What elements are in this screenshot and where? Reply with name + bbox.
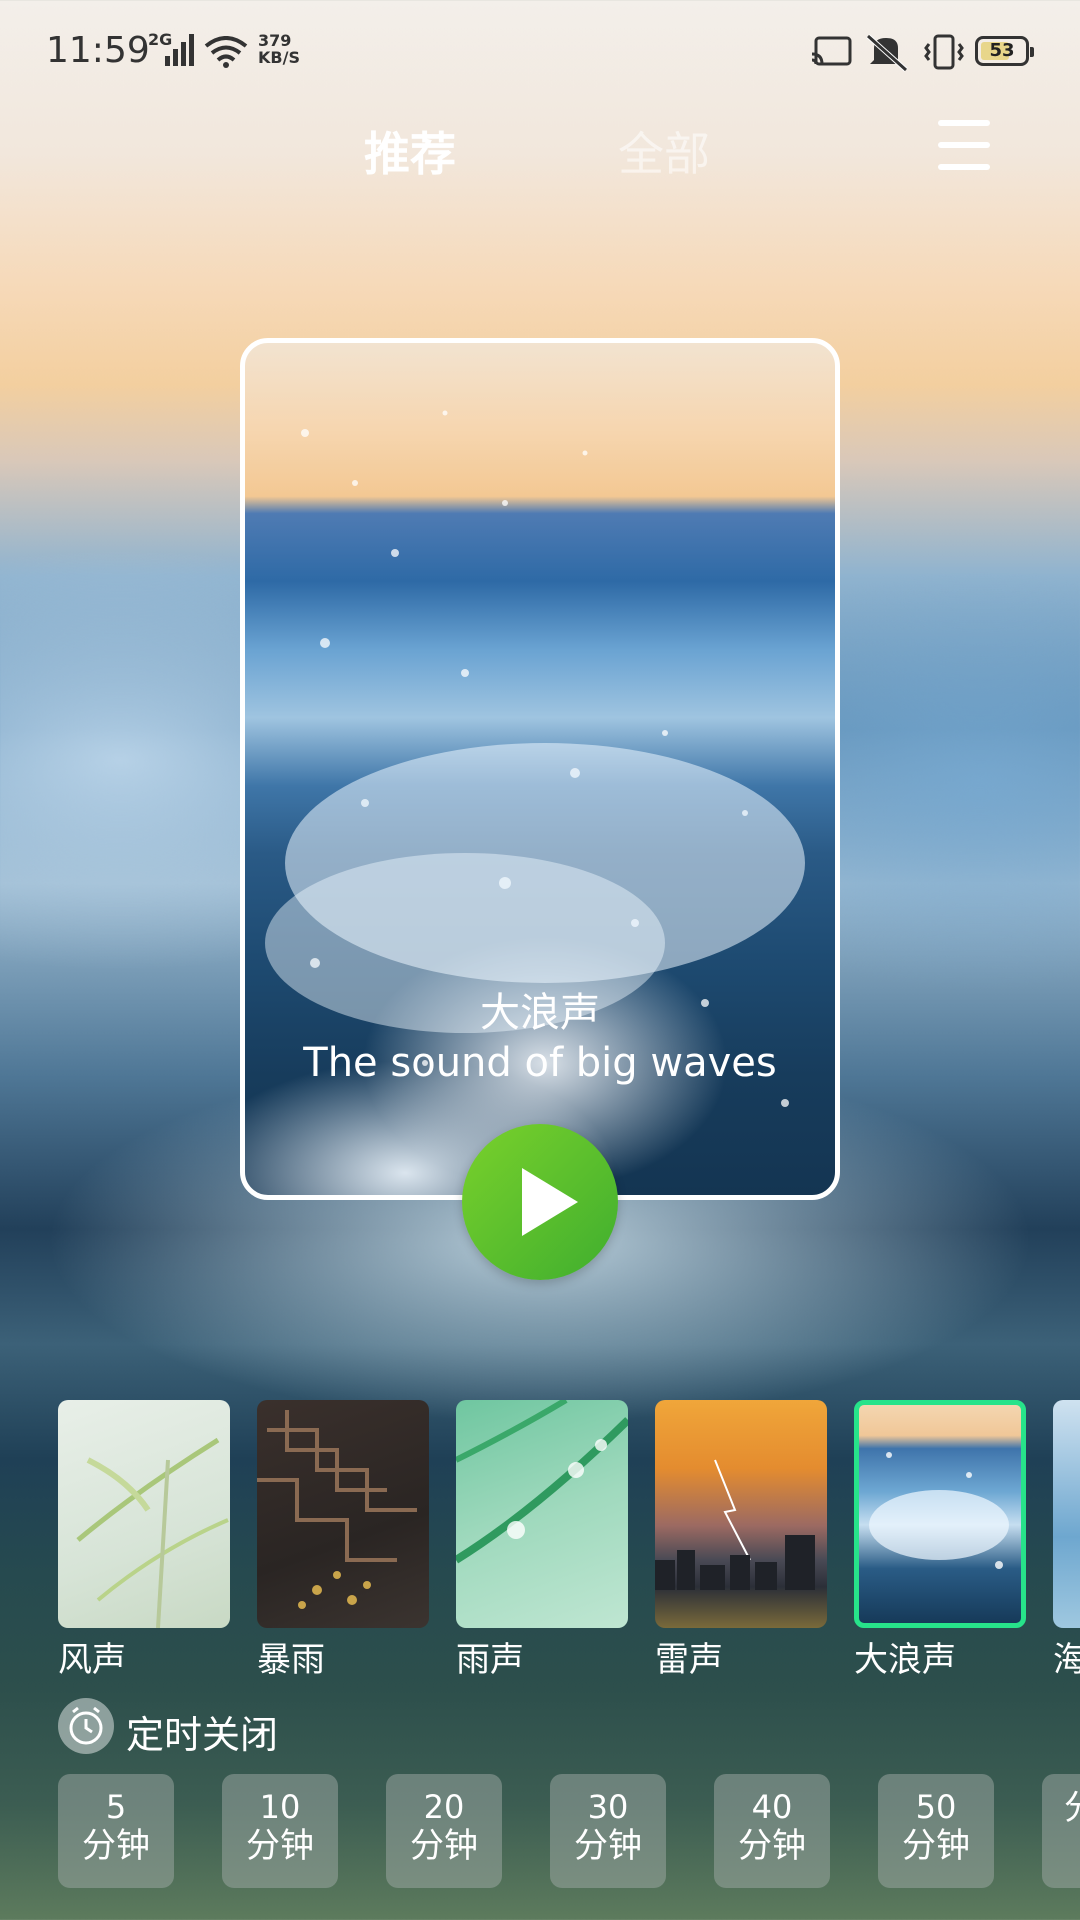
timer-option-50[interactable]: 50 分钟 [878,1774,994,1888]
timer-option-30[interactable]: 30 分钟 [550,1774,666,1888]
wifi-icon [204,36,248,68]
status-time: 11:59 [46,30,150,71]
tab-all[interactable]: 全部 [618,118,710,184]
vibrate-icon [924,34,964,70]
timer-unit: 分钟 [82,1826,150,1866]
featured-title: 大浪声 [480,990,600,1036]
menu-icon[interactable] [938,120,990,170]
timer-value: 20 [423,1788,465,1826]
mute-icon [866,34,908,72]
timer-option-40[interactable]: 40 分钟 [714,1774,830,1888]
alarm-clock-icon [58,1698,114,1754]
timer-unit: 分钟 [574,1826,642,1866]
sound-label: 风声 [58,1640,126,1680]
timer-unit: 分钟 [246,1826,314,1866]
battery-icon: 53 [975,36,1034,66]
timer-unit: 分钟 [738,1826,806,1866]
status-bar: 11:59 2G 379 KB/S 53 [0,0,1080,100]
timer-label: 定时关闭 [126,1713,279,1757]
timer-unit: 分钟 [902,1826,970,1866]
tab-recommend[interactable]: 推荐 [364,118,456,184]
timer-value: 10 [259,1788,301,1826]
sound-thumb-wind[interactable] [58,1400,230,1628]
sound-thumb-thunder[interactable] [655,1400,827,1628]
play-button[interactable] [462,1124,618,1280]
sound-label: 雨声 [456,1640,524,1680]
lattice-image [257,1410,417,1609]
sound-thumb-storm[interactable] [257,1400,429,1628]
timer-value: 30 [587,1788,629,1826]
sound-label: 海 [1053,1640,1080,1680]
timer-option-10[interactable]: 10 分钟 [222,1774,338,1888]
timer-option-more[interactable]: 分 [1042,1774,1080,1888]
network-speed-unit: KB/S [258,48,300,67]
sound-thumb-sea[interactable] [1053,1400,1080,1628]
cast-icon [811,36,852,66]
leaf-image [456,1400,628,1564]
network-speed: 379 KB/S [258,32,300,66]
sound-thumb-rain[interactable] [456,1400,628,1628]
timer-value: 50 [915,1788,957,1826]
timer-unit: 分 [1042,1788,1080,1828]
sound-thumb-waves[interactable] [854,1400,1026,1628]
bamboo-image [76,1437,229,1628]
timer-value: 40 [751,1788,793,1826]
sound-label: 暴雨 [257,1640,325,1680]
wave-thumb-image [869,1452,1009,1569]
sound-label: 大浪声 [854,1640,956,1680]
city-image [655,1459,815,1590]
timer-unit: 分钟 [410,1826,478,1866]
timer-option-5[interactable]: 5 分钟 [58,1774,174,1888]
sound-label: 雷声 [655,1640,723,1680]
battery-level: 53 [989,40,1015,61]
sound-list: 风声 暴雨 雨声 雷声 大浪声 海 [0,1400,1080,1680]
timer-value: 5 [105,1788,127,1826]
timer-option-20[interactable]: 20 分钟 [386,1774,502,1888]
signal-icon [165,34,194,66]
featured-subtitle: The sound of big waves [303,1040,777,1086]
top-nav: 推荐 全部 [0,110,1080,190]
